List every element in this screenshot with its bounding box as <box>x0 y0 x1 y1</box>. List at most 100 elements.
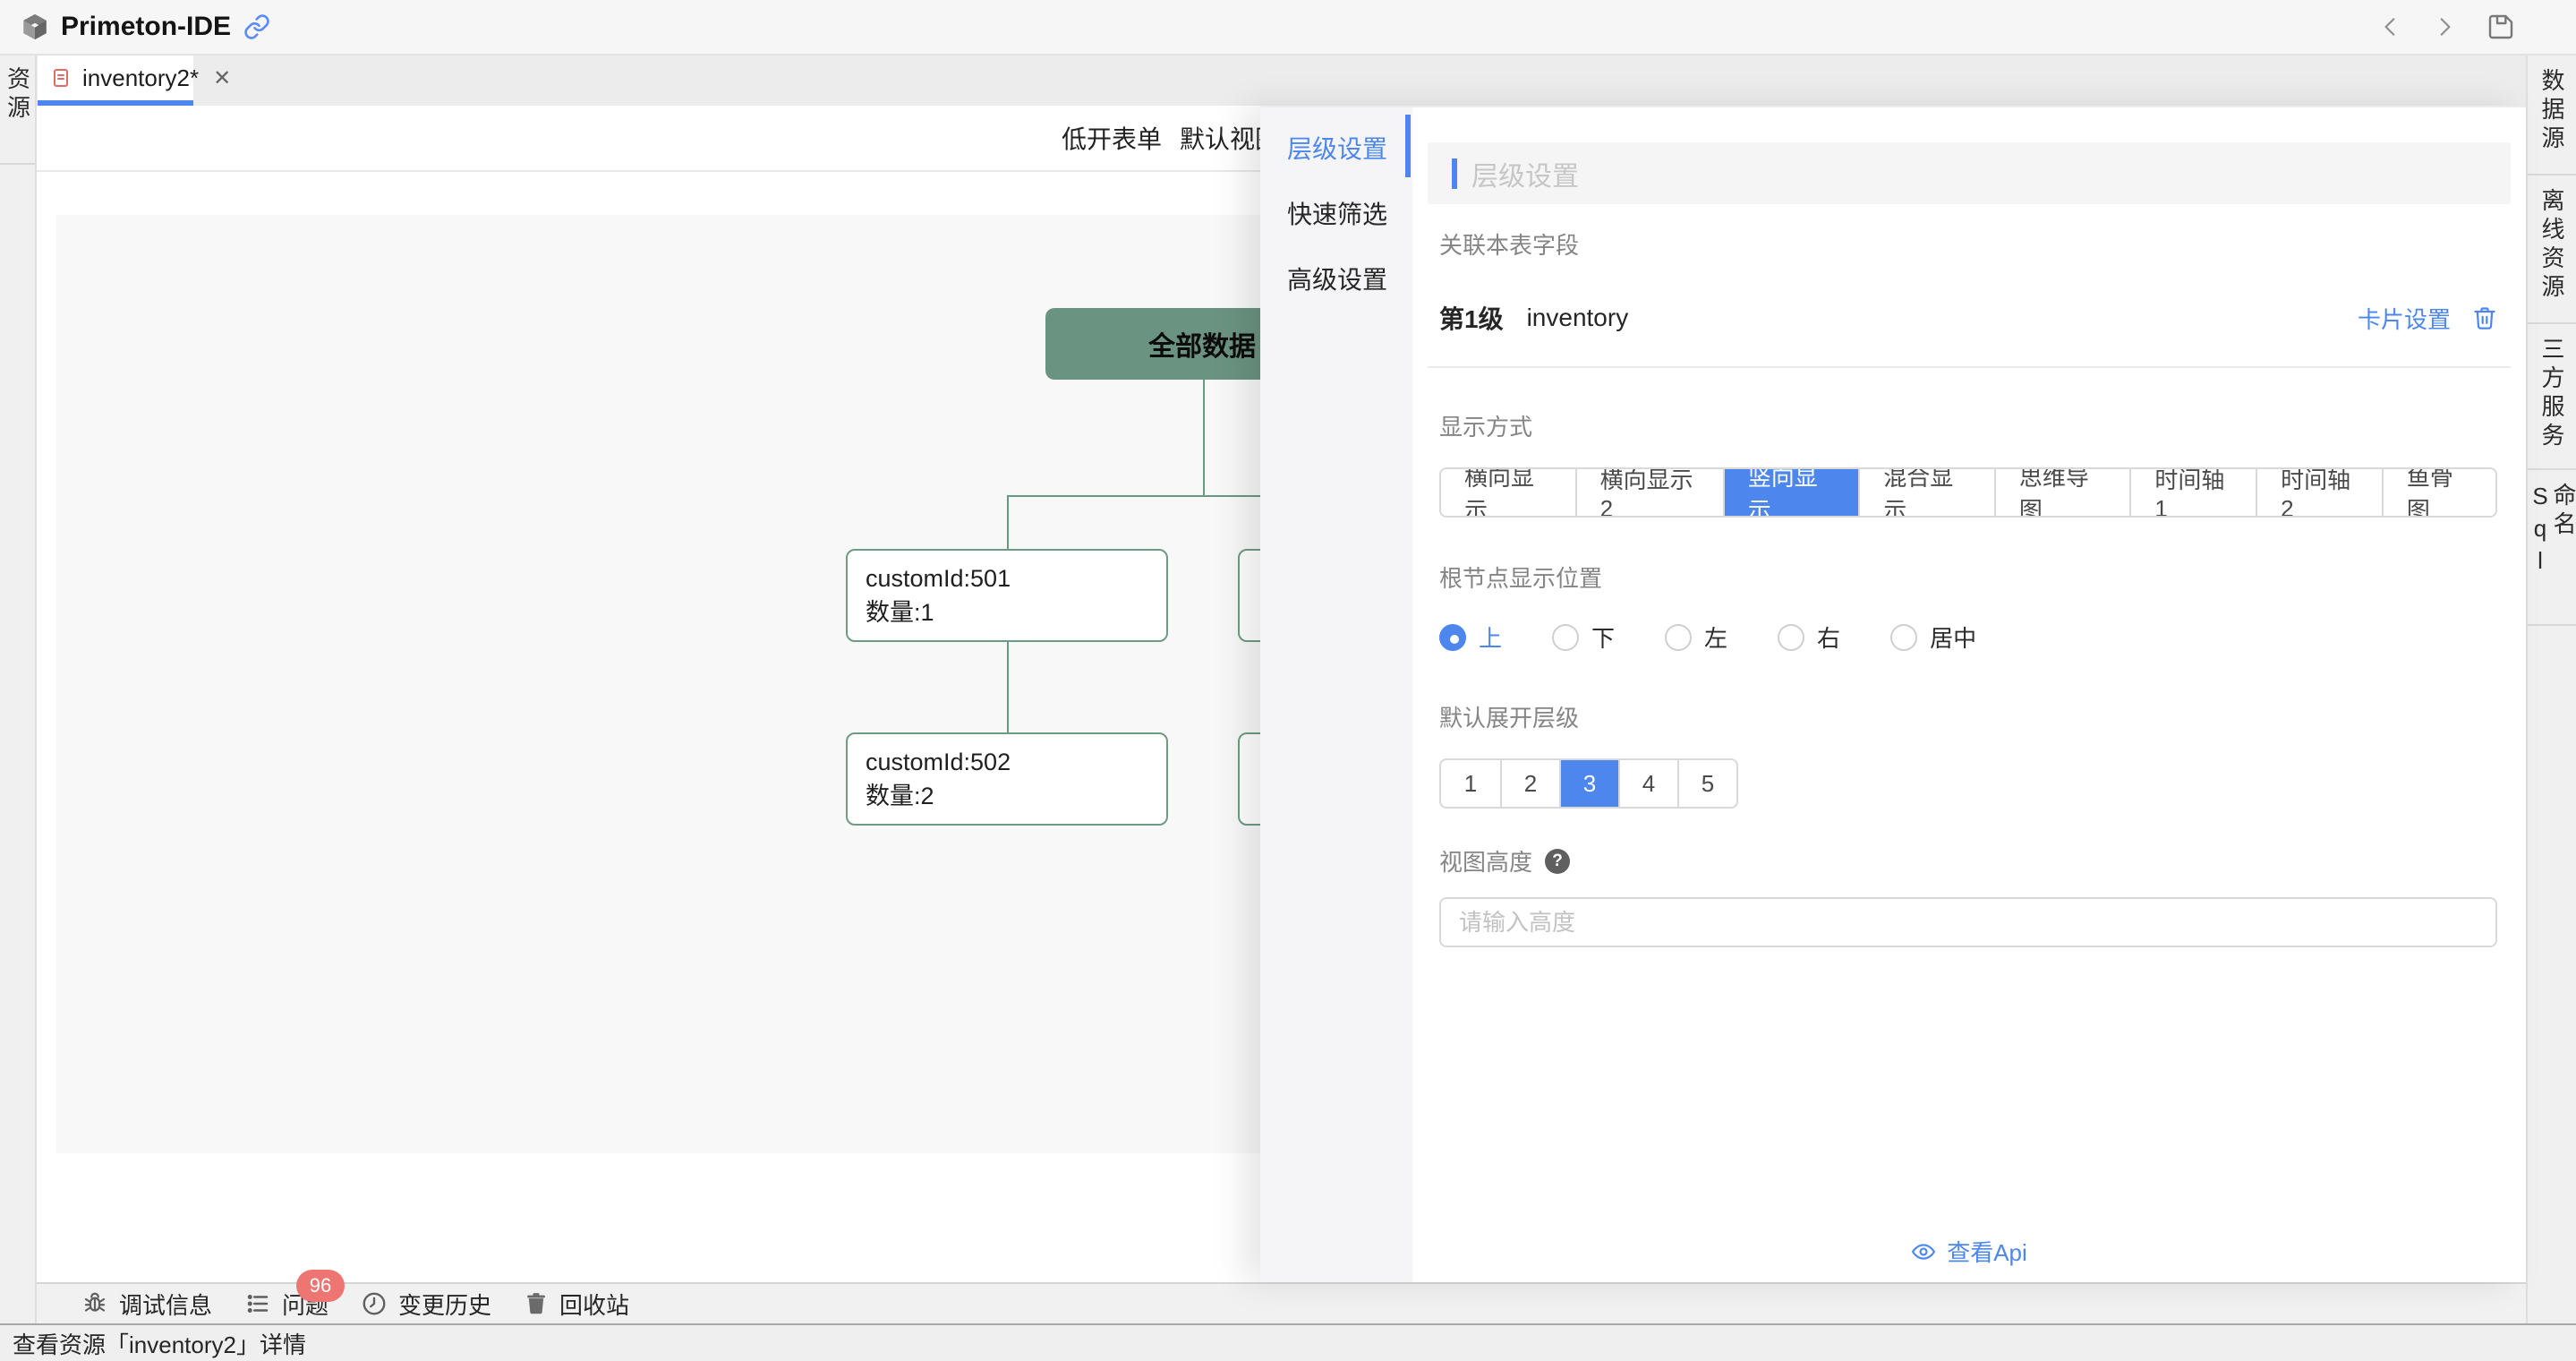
display-mode-label: 显示方式 <box>1439 409 2497 442</box>
radio-label: 左 <box>1704 621 1727 654</box>
expand-level-option-4[interactable]: 4 <box>1618 760 1677 807</box>
right-rail-item-named-sql[interactable]: 命名Sql <box>2528 470 2576 626</box>
left-rail: 资源 <box>0 56 37 1323</box>
node-line2: 数量:2 <box>866 779 1166 813</box>
expand-level-option-3[interactable]: 3 <box>1559 760 1618 807</box>
trash-icon <box>524 1291 549 1316</box>
clock-icon <box>361 1290 388 1317</box>
radio-icon <box>1552 624 1579 651</box>
panel-header-title: 层级设置 <box>1471 154 1579 193</box>
right-rail-label: 数据源 <box>2540 68 2563 174</box>
root-position-option-left[interactable]: 左 <box>1665 621 1727 654</box>
eye-icon <box>1909 1240 1938 1263</box>
tab-label: inventory2* <box>82 64 199 92</box>
tree-connector <box>1203 380 1205 496</box>
list-icon <box>244 1290 271 1317</box>
display-mode-option-6[interactable]: 时间轴1 <box>2129 469 2256 516</box>
menu-item-quick-filter[interactable]: 快速筛选 <box>1260 180 1412 245</box>
display-mode-option-8[interactable]: 鱼骨图 <box>2382 469 2495 516</box>
display-mode-option-3[interactable]: 竖向显示 <box>1723 469 1859 516</box>
debug-info-button[interactable]: 调试信息 <box>81 1288 212 1321</box>
expand-level-option-1[interactable]: 1 <box>1441 760 1500 807</box>
expand-level-option-5[interactable]: 5 <box>1677 760 1736 807</box>
right-rail-label: 命名Sql <box>2529 483 2575 624</box>
menu-item-advanced-settings[interactable]: 高级设置 <box>1260 245 1412 311</box>
radio-label: 右 <box>1817 621 1840 654</box>
link-icon[interactable] <box>243 13 270 40</box>
tree-node-501[interactable]: customId:501 数量:1 <box>846 549 1168 642</box>
menu-item-level-settings[interactable]: 层级设置 <box>1260 115 1412 180</box>
expand-level-option-2[interactable]: 2 <box>1500 760 1559 807</box>
radio-label: 居中 <box>1930 621 1976 654</box>
titlebar: Primeton-IDE <box>0 0 2576 56</box>
back-icon[interactable] <box>2379 15 2402 39</box>
right-rail-label: 三方服务 <box>2540 337 2563 468</box>
display-mode-option-2[interactable]: 横向显示2 <box>1575 469 1723 516</box>
view-api-label: 查看Api <box>1947 1235 2027 1268</box>
close-icon[interactable]: ✕ <box>213 65 231 91</box>
left-rail-label: 资源 <box>6 66 30 163</box>
app-title: Primeton-IDE <box>61 12 231 42</box>
card-settings-link[interactable]: 卡片设置 <box>2358 302 2451 335</box>
tree-node-502[interactable]: customId:502 数量:2 <box>846 732 1168 826</box>
recycle-bin-label: 回收站 <box>559 1288 629 1321</box>
debug-info-label: 调试信息 <box>119 1288 212 1321</box>
view-height-label: 视图高度 <box>1439 844 1532 877</box>
level-label: 第1级 <box>1439 300 1504 336</box>
bottom-toolbar: 调试信息 问题 96 变更历史 <box>37 1282 2526 1323</box>
settings-content: 层级设置 关联本表字段 第1级 inventory 卡片设置 显示方式 横向显示 <box>1412 107 2526 1282</box>
active-menu-indicator <box>1405 115 1411 177</box>
right-rail: 数据源 离线资源 三方服务 命名Sql <box>2526 56 2576 1323</box>
help-icon[interactable]: ? <box>1545 849 1570 874</box>
settings-panel: 层级设置 快速筛选 高级设置 层级设置 关联本表字段 第1级 inventory… <box>1260 106 2526 1282</box>
status-text: 查看资源「inventory2」详情 <box>13 1327 306 1360</box>
root-position-option-bottom[interactable]: 下 <box>1552 621 1615 654</box>
divider <box>1428 366 2511 368</box>
view-api-link[interactable]: 查看Api <box>1909 1235 2027 1268</box>
radio-icon <box>1890 624 1917 651</box>
field-section-label: 关联本表字段 <box>1439 227 2497 261</box>
tab-inventory2[interactable]: inventory2* ✕ <box>38 56 193 106</box>
display-mode-option-1[interactable]: 横向显示 <box>1441 469 1575 516</box>
radio-icon <box>1778 624 1804 651</box>
node-line1: customId:501 <box>866 561 1166 595</box>
panel-header: 层级设置 <box>1428 142 2511 204</box>
tabbar: inventory2* ✕ <box>37 56 2526 106</box>
right-rail-item-datasource[interactable]: 数据源 <box>2528 56 2576 175</box>
right-rail-label: 离线资源 <box>2540 188 2563 322</box>
root-position-option-center[interactable]: 居中 <box>1890 621 1976 654</box>
right-rail-item-offline-resources[interactable]: 离线资源 <box>2528 175 2576 324</box>
document-icon <box>50 67 72 89</box>
left-rail-item-resources[interactable]: 资源 <box>0 56 35 165</box>
level-row: 第1级 inventory 卡片设置 <box>1439 300 2497 336</box>
root-position-option-right[interactable]: 右 <box>1778 621 1840 654</box>
change-history-label: 变更历史 <box>398 1288 491 1321</box>
lowcode-form-button[interactable]: 低开表单 <box>1062 106 1162 170</box>
display-mode-group: 横向显示 横向显示2 竖向显示 混合显示 思维导图 时间轴1 时间轴2 鱼骨图 <box>1439 467 2497 518</box>
change-history-button[interactable]: 变更历史 <box>361 1288 491 1321</box>
debug-icon <box>81 1290 108 1317</box>
node-line1: customId:502 <box>866 745 1166 779</box>
problems-button[interactable]: 问题 96 <box>244 1288 328 1321</box>
view-height-input[interactable] <box>1439 897 2497 947</box>
display-mode-option-4[interactable]: 混合显示 <box>1858 469 1994 516</box>
app-logo-icon <box>20 12 50 42</box>
radio-label: 下 <box>1591 621 1615 654</box>
radio-icon <box>1665 624 1692 651</box>
display-mode-option-5[interactable]: 思维导图 <box>1994 469 2130 516</box>
root-position-option-top[interactable]: 上 <box>1439 621 1502 654</box>
radio-label: 上 <box>1479 621 1502 654</box>
primeton-ide-window: Primeton-IDE 资源 <box>0 0 2576 1361</box>
recycle-bin-button[interactable]: 回收站 <box>524 1288 629 1321</box>
forward-icon[interactable] <box>2433 15 2456 39</box>
header-accent-bar <box>1452 158 1457 189</box>
statusbar: 查看资源「inventory2」详情 <box>0 1323 2576 1361</box>
expand-level-label: 默认展开层级 <box>1439 700 2497 733</box>
display-mode-option-7[interactable]: 时间轴2 <box>2256 469 2382 516</box>
right-rail-item-thirdparty-services[interactable]: 三方服务 <box>2528 324 2576 470</box>
delete-level-icon[interactable] <box>2472 305 2497 330</box>
settings-menu: 层级设置 快速筛选 高级设置 <box>1260 107 1412 1282</box>
node-line2: 数量:1 <box>866 595 1166 629</box>
save-icon[interactable] <box>2486 13 2515 41</box>
root-position-group: 上 下 左 右 居中 <box>1439 621 2497 654</box>
